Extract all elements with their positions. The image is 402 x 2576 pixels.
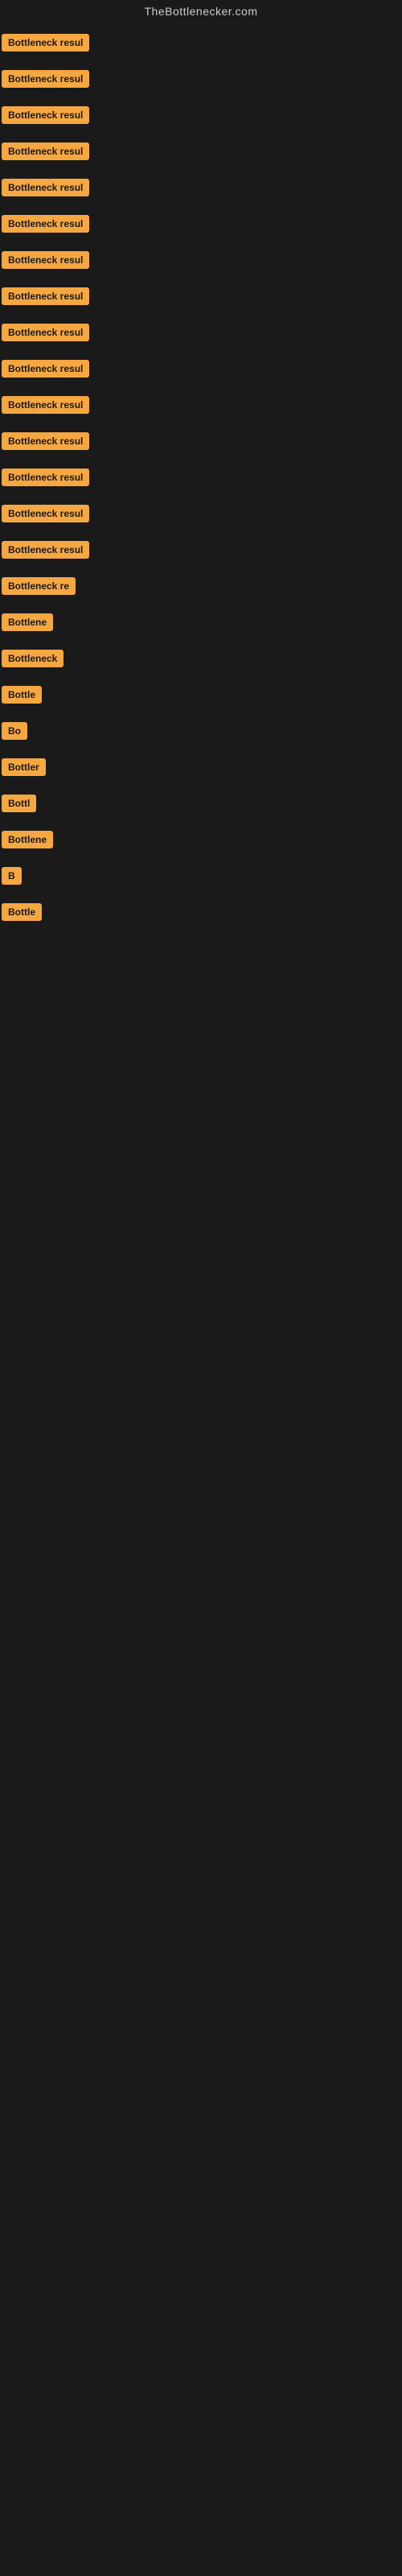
bottleneck-result-badge[interactable]: Bottle xyxy=(2,903,42,921)
badge-row: Bottler xyxy=(0,750,402,786)
badge-row: Bottle xyxy=(0,895,402,931)
badge-row: Bottleneck resul xyxy=(0,316,402,352)
badge-row: Bottleneck resul xyxy=(0,352,402,388)
badge-row: Bottlene xyxy=(0,823,402,859)
badge-row: Bottleneck xyxy=(0,642,402,678)
bottleneck-result-badge[interactable]: Bottleneck resul xyxy=(2,360,89,378)
bottleneck-result-badge[interactable]: Bottleneck resul xyxy=(2,70,89,88)
bottleneck-result-badge[interactable]: Bottlene xyxy=(2,831,53,848)
badge-row: Bottle xyxy=(0,678,402,714)
bottleneck-result-badge[interactable]: Bottleneck resul xyxy=(2,251,89,269)
bottleneck-result-badge[interactable]: Bottleneck re xyxy=(2,577,76,595)
bottleneck-result-badge[interactable]: Bo xyxy=(2,722,27,740)
badge-row: Bottl xyxy=(0,786,402,823)
badge-row: Bottleneck resul xyxy=(0,279,402,316)
bottleneck-result-badge[interactable]: Bottle xyxy=(2,686,42,704)
badge-row: Bottleneck resul xyxy=(0,388,402,424)
badge-row: Bottleneck resul xyxy=(0,62,402,98)
site-title: TheBottlenecker.com xyxy=(0,0,402,26)
badge-row: Bottleneck resul xyxy=(0,424,402,460)
badge-row: Bottleneck resul xyxy=(0,98,402,134)
bottleneck-result-badge[interactable]: Bottleneck resul xyxy=(2,541,89,559)
bottleneck-result-badge[interactable]: Bottleneck resul xyxy=(2,106,89,124)
bottleneck-result-badge[interactable]: Bottleneck resul xyxy=(2,179,89,196)
bottleneck-result-badge[interactable]: Bottleneck resul xyxy=(2,287,89,305)
badge-row: Bottleneck resul xyxy=(0,243,402,279)
bottleneck-result-badge[interactable]: Bottleneck xyxy=(2,650,64,667)
badge-row: Bottleneck resul xyxy=(0,497,402,533)
bottleneck-result-badge[interactable]: Bottleneck resul xyxy=(2,142,89,160)
badge-row: B xyxy=(0,859,402,895)
badge-row: Bottleneck resul xyxy=(0,171,402,207)
badges-container: Bottleneck resul Bottleneck resul Bottlene… xyxy=(0,26,402,931)
badge-row: Bottleneck resul xyxy=(0,134,402,171)
bottleneck-result-badge[interactable]: B xyxy=(2,867,22,885)
bottleneck-result-badge[interactable]: Bottleneck resul xyxy=(2,215,89,233)
bottleneck-result-badge[interactable]: Bottleneck resul xyxy=(2,324,89,341)
bottleneck-result-badge[interactable]: Bottleneck resul xyxy=(2,505,89,522)
badge-row: Bottlene xyxy=(0,605,402,642)
badge-row: Bottleneck re xyxy=(0,569,402,605)
bottleneck-result-badge[interactable]: Bottleneck resul xyxy=(2,34,89,52)
bottleneck-result-badge[interactable]: Bottler xyxy=(2,758,46,776)
bottleneck-result-badge[interactable]: Bottl xyxy=(2,795,36,812)
badge-row: Bottleneck resul xyxy=(0,533,402,569)
bottleneck-result-badge[interactable]: Bottleneck resul xyxy=(2,469,89,486)
bottleneck-result-badge[interactable]: Bottleneck resul xyxy=(2,396,89,414)
badge-row: Bottleneck resul xyxy=(0,26,402,62)
bottleneck-result-badge[interactable]: Bottleneck resul xyxy=(2,432,89,450)
badge-row: Bottleneck resul xyxy=(0,460,402,497)
badge-row: Bo xyxy=(0,714,402,750)
bottleneck-result-badge[interactable]: Bottlene xyxy=(2,613,53,631)
badge-row: Bottleneck resul xyxy=(0,207,402,243)
